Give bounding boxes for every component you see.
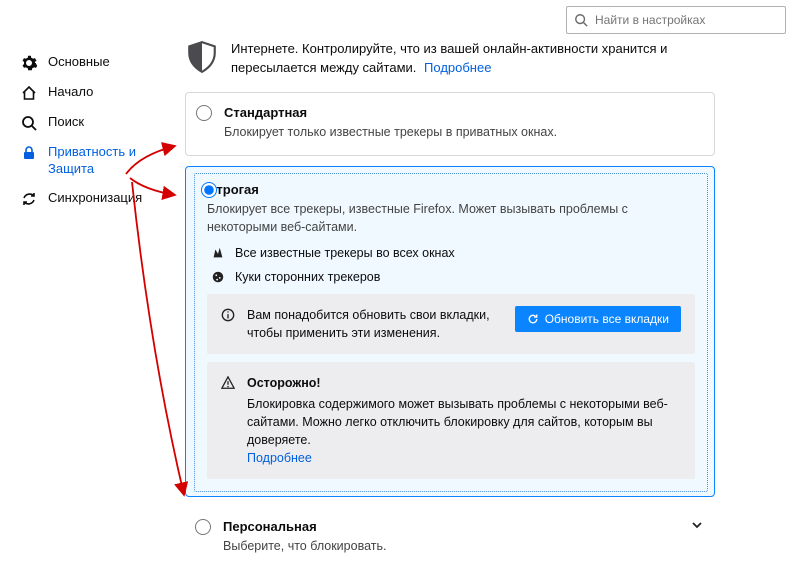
- warning-icon: [221, 376, 235, 390]
- lock-icon: [20, 144, 38, 162]
- sidebar-item-general[interactable]: Основные: [0, 48, 160, 78]
- search-container: [566, 6, 786, 34]
- cookie-icon: [211, 270, 225, 284]
- feat-label: Все известные трекеры во всех окнах: [235, 246, 455, 260]
- protection-radio-strict[interactable]: [201, 182, 217, 198]
- sidebar-item-label: Приватность и Защита: [48, 144, 150, 178]
- shield-icon: [185, 40, 219, 74]
- main-content: Интернете. Контролируйте, что из вашей о…: [185, 40, 715, 570]
- feat-label: Куки сторонних трекеров: [235, 270, 380, 284]
- card-title: Стандартная: [224, 105, 698, 120]
- intro-learn-more-link[interactable]: Подробнее: [424, 60, 491, 75]
- protection-level-strict[interactable]: Строгая Блокирует все трекеры, известные…: [185, 166, 715, 497]
- search-icon: [574, 13, 588, 27]
- search-input[interactable]: [566, 6, 786, 34]
- protection-level-standard[interactable]: Стандартная Блокирует только известные т…: [185, 92, 715, 157]
- intro-block: Интернете. Контролируйте, что из вашей о…: [185, 40, 715, 78]
- chevron-down-icon[interactable]: [691, 519, 703, 531]
- sidebar-item-home[interactable]: Начало: [0, 78, 160, 108]
- gear-icon: [20, 54, 38, 72]
- sync-icon: [20, 190, 38, 208]
- speed-icon: [211, 246, 225, 260]
- sidebar-item-label: Синхронизация: [48, 190, 142, 207]
- warning-text: Блокировка содержимого может вызывать пр…: [247, 397, 668, 447]
- sidebar-item-sync[interactable]: Синхронизация: [0, 184, 160, 214]
- info-icon: [221, 308, 235, 322]
- reload-notice-box: Вам понадобится обновить свои вкладки, ч…: [207, 294, 695, 354]
- protection-radio-standard[interactable]: [196, 105, 212, 121]
- warning-title: Осторожно!: [247, 374, 681, 392]
- warning-box: Осторожно! Блокировка содержимого может …: [207, 362, 695, 479]
- sidebar-item-label: Начало: [48, 84, 93, 101]
- card-desc: Выберите, что блокировать.: [223, 538, 699, 556]
- strict-feat-cookies: Куки сторонних трекеров: [211, 270, 695, 284]
- card-desc: Блокирует все трекеры, известные Firefox…: [207, 201, 695, 236]
- protection-radio-custom[interactable]: [195, 519, 211, 535]
- protection-level-custom[interactable]: Персональная Выберите, что блокировать.: [185, 507, 715, 560]
- sidebar: Основные Начало Поиск Приватность и Защи…: [0, 48, 160, 214]
- sidebar-item-label: Основные: [48, 54, 110, 71]
- strict-feat-trackers: Все известные трекеры во всех окнах: [211, 246, 695, 260]
- reload-btn-label: Обновить все вкладки: [545, 312, 669, 326]
- intro-text: Интернете. Контролируйте, что из вашей о…: [231, 40, 715, 78]
- card-title: Персональная: [223, 519, 699, 534]
- card-desc: Блокирует только известные трекеры в при…: [224, 124, 698, 142]
- home-icon: [20, 84, 38, 102]
- sidebar-item-label: Поиск: [48, 114, 84, 131]
- search-icon: [20, 114, 38, 132]
- sidebar-item-privacy[interactable]: Приватность и Защита: [0, 138, 160, 184]
- sidebar-item-search[interactable]: Поиск: [0, 108, 160, 138]
- card-title: Строгая: [207, 182, 695, 197]
- warning-learn-more-link[interactable]: Подробнее: [247, 451, 312, 465]
- reload-all-tabs-button[interactable]: Обновить все вкладки: [515, 306, 681, 332]
- reload-notice-text: Вам понадобится обновить свои вкладки, ч…: [247, 306, 503, 342]
- reload-icon: [527, 313, 539, 325]
- strict-feature-list: Все известные трекеры во всех окнах Куки…: [207, 246, 695, 284]
